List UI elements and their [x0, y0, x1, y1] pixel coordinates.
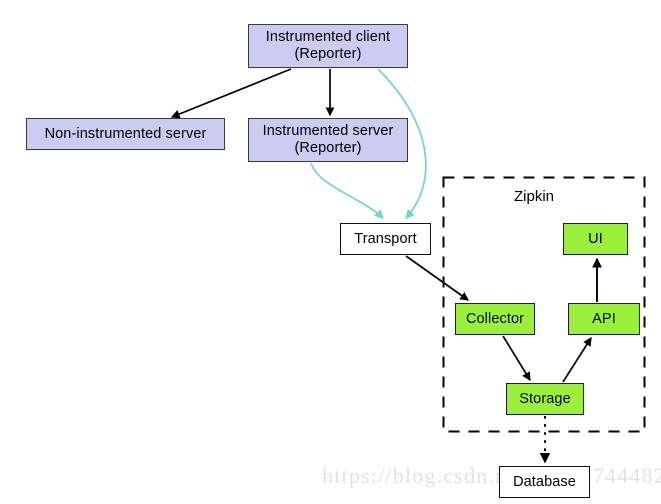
- zipkin-group-label: Zipkin: [514, 188, 555, 205]
- edge-collector-to-storage: [502, 335, 531, 382]
- node-api[interactable]: API: [568, 303, 640, 335]
- node-database[interactable]: Database: [499, 466, 590, 498]
- diagram-canvas: https://blog.csdn.net/ako_87444820 Zipki…: [0, 0, 661, 504]
- node-instrumented-server[interactable]: Instrumented server (Reporter): [248, 118, 408, 162]
- edge-transport-to-collector: [405, 255, 470, 301]
- node-non-instrumented-server[interactable]: Non-instrumented server: [26, 118, 225, 150]
- edge-instrumented-server-to-transport: [310, 162, 384, 219]
- edge-client-to-noninstrumented-server: [170, 68, 292, 119]
- diagram-edges: [170, 68, 646, 464]
- node-storage[interactable]: Storage: [506, 383, 584, 415]
- node-collector[interactable]: Collector: [455, 303, 535, 335]
- node-instrumented-client[interactable]: Instrumented client (Reporter): [248, 24, 408, 68]
- node-transport[interactable]: Transport: [340, 223, 431, 255]
- watermark-text: https://blog.csdn.net/ako_87444820: [322, 463, 661, 488]
- edge-storage-to-api: [562, 336, 592, 383]
- node-ui[interactable]: UI: [563, 223, 628, 255]
